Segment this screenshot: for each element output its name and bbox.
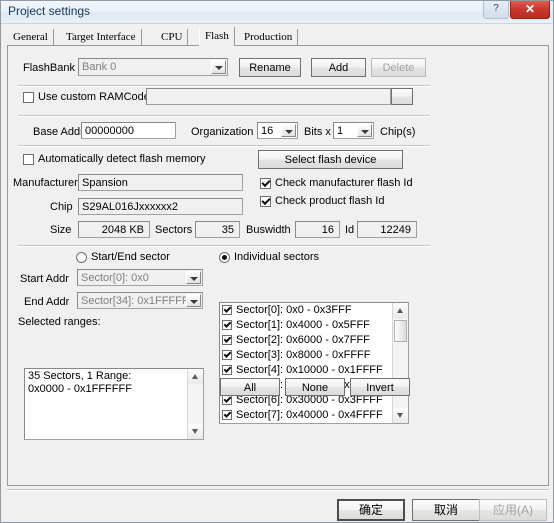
select-none-button[interactable]: None [285,378,345,396]
sector-list-scrollbar[interactable] [392,303,408,423]
organization-combo[interactable]: 16 [257,122,298,139]
flashbank-combo[interactable]: Bank 0 [78,58,228,76]
add-button[interactable]: Add [311,58,366,77]
selected-ranges-text: 35 Sectors, 1 Range: 0x0000 - 0x1FFFFFF [28,370,132,395]
cancel-button[interactable]: 取消 [412,499,480,521]
size-value: 2048 KB [78,221,150,238]
divider-2 [18,115,430,117]
id-value: 12249 [357,221,417,238]
scroll-down-icon[interactable] [188,424,203,439]
size-label: Size [50,224,72,236]
tab-flash[interactable]: Flash [199,27,235,46]
manufacturer-label: Manufacturer [13,177,78,189]
start-addr-value: Sector[0]: 0x0 [81,272,149,284]
end-addr-value: Sector[34]: 0x1FFFFFF [81,295,196,307]
buswidth-label: Buswidth [246,224,291,236]
list-item[interactable]: Sector[0]: 0x0 - 0x3FFF [220,303,393,318]
sector-list-items: Sector[0]: 0x0 - 0x3FFF Sector[1]: 0x400… [220,303,393,423]
flash-tab-panel: FlashBank Bank 0 Rename Add Delete Use c… [7,45,549,486]
project-settings-dialog: Project settings ? ✕ General Target Inte… [0,0,554,523]
end-addr-combo[interactable]: Sector[34]: 0x1FFFFFF [77,292,203,309]
start-end-sector-radio[interactable]: Start/End sector [76,251,170,264]
end-addr-label: End Addr [24,296,70,308]
scrollbar-thumb[interactable] [394,320,407,342]
chip-label: Chip [50,201,73,213]
selected-ranges-label: Selected ranges: [18,316,101,328]
delete-button: Delete [371,58,426,77]
chips-label: Chip(s) [380,126,416,138]
use-custom-ramcode-checkbox[interactable]: Use custom RAMCode [23,91,150,104]
sectors-label: Sectors [155,224,193,236]
chevron-down-icon [186,271,201,284]
tab-general[interactable]: General [8,29,54,46]
organization-value: 16 [261,125,274,137]
check-product-flash-id-checkbox[interactable]: Check product flash Id [260,195,384,208]
chips-value: 1 [337,125,344,137]
bottom-divider [7,489,549,491]
list-item[interactable]: Sector[4]: 0x10000 - 0x1FFFF [220,363,393,378]
scroll-down-icon[interactable] [393,408,408,423]
rename-button[interactable]: Rename [239,58,301,77]
select-flash-device-button[interactable]: Select flash device [258,150,403,169]
ok-button[interactable]: 确定 [337,499,405,521]
list-item[interactable]: Sector[1]: 0x4000 - 0x5FFF [220,318,393,333]
id-label: Id [345,224,355,236]
divider-4 [18,245,430,247]
chevron-down-icon [186,294,201,307]
title-bar: Project settings ? ✕ [1,1,553,24]
chip-input[interactable]: S29AL016Jxxxxxx2 [78,198,243,215]
ramcode-path-input[interactable] [146,88,391,105]
tab-cpu[interactable]: CPU [156,29,189,46]
start-addr-label: Start Addr [20,273,69,285]
window-title: Project settings [8,4,91,18]
divider-1 [18,85,430,87]
list-item[interactable]: Sector[2]: 0x6000 - 0x7FFF [220,333,393,348]
sectors-value: 35 [195,221,240,238]
tab-production[interactable]: Production [239,29,299,46]
start-addr-combo[interactable]: Sector[0]: 0x0 [77,269,203,286]
individual-sectors-radio[interactable]: Individual sectors [219,251,319,264]
scroll-up-icon[interactable] [188,369,203,384]
bits-x-label: Bits x [304,126,331,138]
organization-label: Organization [191,126,254,138]
close-icon[interactable]: ✕ [510,1,550,19]
chevron-down-icon [211,60,226,74]
chevron-down-icon [357,124,372,137]
base-addr-label: Base Addr [33,126,84,138]
flashbank-label: FlashBank [23,62,75,74]
check-manufacturer-flash-id-checkbox[interactable]: Check manufacturer flash Id [260,177,413,190]
manufacturer-input[interactable]: Spansion [78,174,243,191]
select-all-button[interactable]: All [220,378,280,396]
tab-target-interface[interactable]: Target Interface [61,29,142,46]
auto-detect-checkbox[interactable]: Automatically detect flash memory [23,153,206,166]
chevron-down-icon [281,124,296,137]
invert-selection-button[interactable]: Invert [350,378,410,396]
sector-listbox[interactable]: Sector[0]: 0x0 - 0x3FFF Sector[1]: 0x400… [219,302,409,424]
ramcode-browse-button[interactable] [391,88,413,105]
list-item[interactable]: Sector[7]: 0x40000 - 0x4FFFF [220,408,393,423]
flashbank-value: Bank 0 [82,61,117,73]
base-addr-input[interactable]: 00000000 [81,122,176,139]
list-item[interactable]: Sector[3]: 0x8000 - 0xFFFF [220,348,393,363]
divider-3 [18,145,430,147]
help-icon[interactable]: ? [483,1,509,19]
apply-button: 应用(A) [479,499,547,521]
buswidth-value: 16 [295,221,340,238]
selected-ranges-textarea[interactable]: 35 Sectors, 1 Range: 0x0000 - 0x1FFFFFF [24,368,204,440]
tab-bar: General Target Interface CPU Flash Produ… [8,27,548,46]
selected-ranges-scrollbar[interactable] [187,369,203,439]
scroll-up-icon[interactable] [393,303,408,318]
dialog-button-bar: 确定 取消 应用(A) [1,493,553,522]
chips-combo[interactable]: 1 [333,122,374,139]
